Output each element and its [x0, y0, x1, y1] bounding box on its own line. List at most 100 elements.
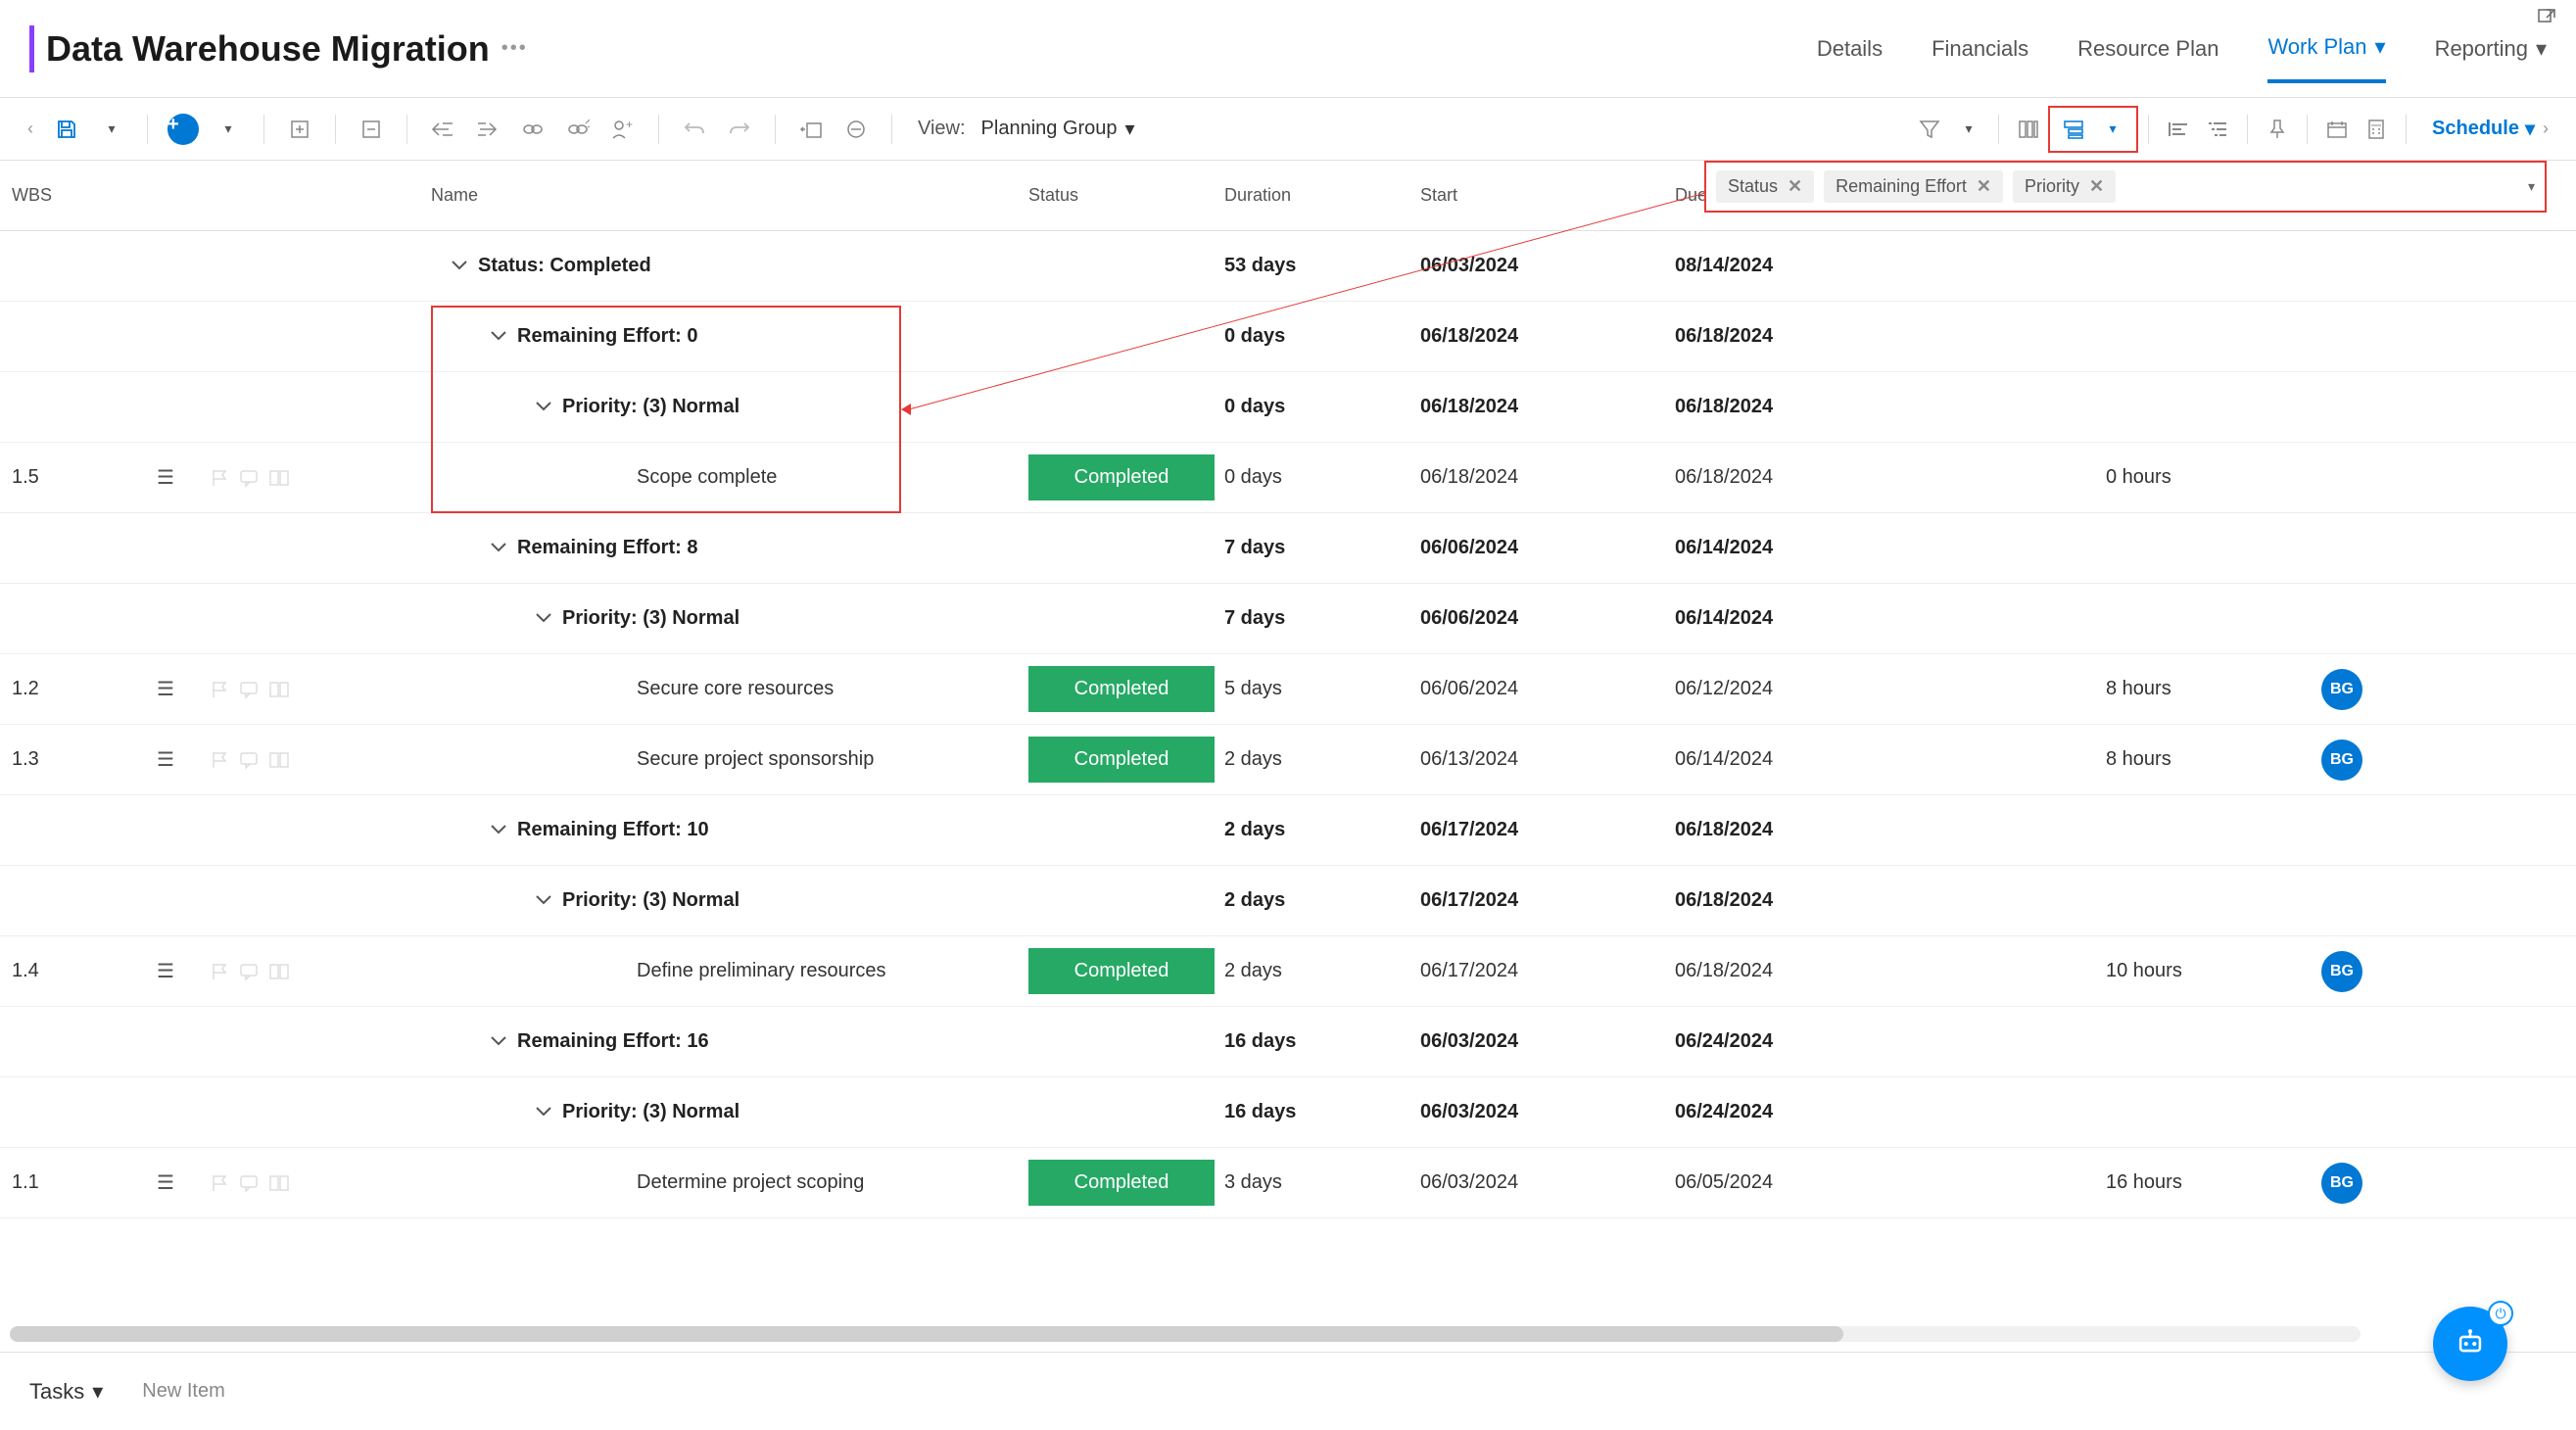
calendar-button[interactable] — [2317, 110, 2357, 149]
cell-status: Completed — [1028, 737, 1224, 783]
outdent-button[interactable] — [423, 110, 462, 149]
view-select[interactable]: Planning Group▾ — [981, 117, 1135, 141]
table-row[interactable]: 1.2☰Secure core resourcesCompleted5 days… — [0, 654, 2576, 725]
add-dropdown[interactable]: ▾ — [209, 110, 248, 149]
chip-remaining-effort[interactable]: Remaining Effort✕ — [1824, 170, 2003, 203]
group-row[interactable]: Remaining Effort: 87 days06/06/202406/14… — [0, 513, 2576, 584]
chip-priority[interactable]: Priority✕ — [2013, 170, 2116, 203]
col-status[interactable]: Status — [1028, 185, 1224, 206]
group-by-active: ▾ — [2048, 106, 2138, 153]
chevron-down-icon[interactable] — [535, 1106, 552, 1118]
cell-duration: 2 days — [1224, 960, 1420, 982]
chevron-down-icon: ▾ — [1125, 117, 1135, 141]
tab-resource-plan[interactable]: Resource Plan — [2077, 17, 2218, 81]
chevron-down-icon[interactable] — [490, 1035, 507, 1047]
tab-details[interactable]: Details — [1817, 17, 1883, 81]
chevron-down-icon[interactable] — [490, 824, 507, 835]
close-icon[interactable]: ✕ — [2089, 176, 2104, 197]
assistant-fab[interactable]: ⏻ — [2433, 1307, 2507, 1381]
group-row[interactable]: Priority: (3) Normal0 days06/18/202406/1… — [0, 372, 2576, 443]
cell-due: 06/18/2024 — [1675, 889, 2106, 912]
chevron-down-icon[interactable] — [451, 260, 468, 271]
split-icon — [268, 962, 290, 981]
add-box-button[interactable] — [280, 110, 319, 149]
cell-due: 06/24/2024 — [1675, 1030, 2106, 1053]
chip-status[interactable]: Status✕ — [1716, 170, 1814, 203]
col-duration[interactable]: Duration — [1224, 185, 1420, 206]
link-button[interactable] — [513, 110, 552, 149]
menu-icon[interactable]: ☰ — [157, 959, 174, 983]
more-icon[interactable]: ••• — [501, 37, 528, 60]
cell-avatar: BG — [2321, 951, 2419, 992]
table-row[interactable]: 1.5☰Scope completeCompleted0 days06/18/2… — [0, 443, 2576, 513]
chevron-down-icon[interactable] — [535, 401, 552, 412]
menu-icon[interactable]: ☰ — [157, 1170, 174, 1195]
col-name[interactable]: Name — [431, 185, 1028, 206]
table-row[interactable]: 1.4☰Define preliminary resourcesComplete… — [0, 936, 2576, 1007]
columns-button[interactable] — [2009, 110, 2048, 149]
chevron-down-icon[interactable] — [490, 542, 507, 553]
avatar[interactable]: BG — [2321, 669, 2362, 710]
avatar[interactable]: BG — [2321, 739, 2362, 781]
group-by-button[interactable] — [2054, 110, 2093, 149]
add-button[interactable]: + — [164, 110, 203, 149]
avatar[interactable]: BG — [2321, 951, 2362, 992]
remove-button[interactable] — [352, 110, 391, 149]
assign-button[interactable]: + — [603, 110, 643, 149]
align-left-button[interactable] — [2159, 110, 2198, 149]
group-row[interactable]: Priority: (3) Normal7 days06/06/202406/1… — [0, 584, 2576, 654]
close-icon[interactable]: ✕ — [1788, 176, 1802, 197]
save-dropdown[interactable]: ▾ — [92, 110, 131, 149]
close-icon[interactable]: ✕ — [1977, 176, 1991, 197]
table-row[interactable]: 1.1☰Determine project scopingCompleted3 … — [0, 1148, 2576, 1218]
popout-icon[interactable] — [2537, 8, 2556, 27]
group-row[interactable]: Remaining Effort: 00 days06/18/202406/18… — [0, 302, 2576, 372]
pin-button[interactable] — [2258, 110, 2297, 149]
chevron-down-icon[interactable] — [535, 612, 552, 624]
schedule-button[interactable]: Schedule▾ — [2432, 117, 2535, 141]
avatar[interactable]: BG — [2321, 1163, 2362, 1204]
chevron-left-icon[interactable]: ‹ — [20, 119, 41, 139]
calculator-button[interactable] — [2357, 110, 2396, 149]
scrollbar-thumb[interactable] — [10, 1326, 1843, 1342]
tab-work-plan[interactable]: Work Plan▾ — [2267, 15, 2385, 83]
undo-button[interactable] — [675, 110, 714, 149]
col-wbs[interactable]: WBS — [0, 185, 157, 206]
cell-wbs: 1.2 — [0, 678, 157, 700]
menu-icon[interactable]: ☰ — [157, 747, 174, 772]
horizontal-scrollbar[interactable] — [10, 1326, 2361, 1342]
col-start[interactable]: Start — [1420, 185, 1675, 206]
chevron-down-icon[interactable] — [535, 894, 552, 906]
goto-today-button[interactable] — [791, 110, 831, 149]
filter-dropdown[interactable]: ▾ — [1949, 110, 1988, 149]
hierarchy-button[interactable] — [2198, 110, 2237, 149]
milestone-button[interactable] — [836, 110, 876, 149]
table-row[interactable]: 1.3☰Secure project sponsorshipCompleted2… — [0, 725, 2576, 795]
table: WBS Name Status Duration Start Due Statu… — [0, 161, 2576, 1218]
nav-tabs: Details Financials Resource Plan Work Pl… — [1817, 15, 2547, 83]
tasks-dropdown[interactable]: Tasks▾ — [29, 1379, 103, 1405]
group-row[interactable]: Status: Completed53 days06/03/202408/14/… — [0, 231, 2576, 302]
tab-reporting[interactable]: Reporting▾ — [2435, 17, 2547, 81]
save-button[interactable] — [47, 110, 86, 149]
group-row[interactable]: Remaining Effort: 102 days06/17/202406/1… — [0, 795, 2576, 866]
unlink-button[interactable] — [558, 110, 597, 149]
group-row[interactable]: Priority: (3) Normal2 days06/17/202406/1… — [0, 866, 2576, 936]
tab-financials[interactable]: Financials — [1932, 17, 2028, 81]
group-by-dropdown[interactable]: ▾ — [2093, 110, 2132, 149]
menu-icon[interactable]: ☰ — [157, 465, 174, 490]
menu-icon[interactable]: ☰ — [157, 677, 174, 701]
redo-button[interactable] — [720, 110, 759, 149]
chevron-down-icon[interactable] — [490, 330, 507, 342]
filter-button[interactable] — [1910, 110, 1949, 149]
cell-due: 06/12/2024 — [1675, 678, 2106, 700]
chevron-down-icon[interactable]: ▾ — [2528, 178, 2535, 195]
cell-start: 06/17/2024 — [1420, 819, 1675, 841]
cell-start: 06/17/2024 — [1420, 960, 1675, 982]
group-row[interactable]: Priority: (3) Normal16 days06/03/202406/… — [0, 1077, 2576, 1148]
chevron-right-icon[interactable]: › — [2535, 119, 2556, 139]
comment-icon — [239, 962, 261, 981]
group-row[interactable]: Remaining Effort: 1616 days06/03/202406/… — [0, 1007, 2576, 1077]
indent-button[interactable] — [468, 110, 507, 149]
new-item-button[interactable]: New Item — [142, 1380, 224, 1403]
